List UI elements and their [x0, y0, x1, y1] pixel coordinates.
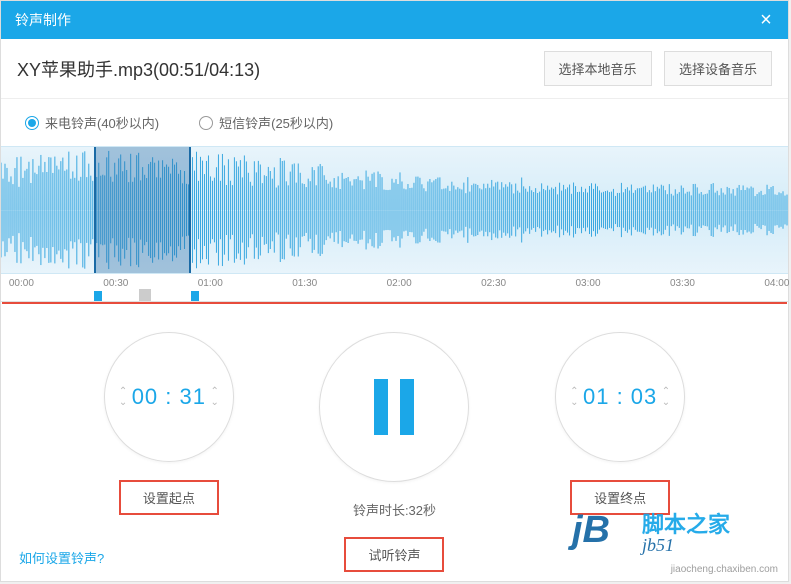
- call-ringtone-label: 来电铃声(40秒以内): [45, 113, 159, 132]
- set-end-button[interactable]: 设置终点: [570, 480, 670, 515]
- select-local-music-button[interactable]: 选择本地音乐: [544, 51, 652, 86]
- timeline-tick: 00:00: [9, 278, 34, 289]
- help-link[interactable]: 如何设置铃声?: [19, 548, 104, 567]
- duration-label: 铃声时长:32秒: [353, 500, 436, 519]
- timeline-ruler[interactable]: 00:00 00:30 01:00 01:30 02:00 02:30 03:00 03:30…: [1, 274, 788, 302]
- start-marker[interactable]: [94, 291, 102, 301]
- end-time-circle[interactable]: ⌃⌄ 01 : 03 ⌃⌄: [555, 332, 685, 462]
- end-time-column: ⌃⌄ 01 : 03 ⌃⌄ 设置终点: [555, 332, 685, 515]
- sms-ringtone-label: 短信铃声(25秒以内): [219, 113, 333, 132]
- timeline-tick: 01:30: [292, 278, 317, 289]
- waveform-area[interactable]: [1, 146, 788, 274]
- timeline-tick: 04:00: [764, 278, 789, 289]
- end-time-value: 01 : 03: [583, 384, 657, 410]
- timeline-tick: 02:30: [481, 278, 506, 289]
- chevron-updown-icon: ⌃⌄: [662, 386, 670, 408]
- radio-unselected-icon: [199, 116, 213, 130]
- timeline-tick: 02:00: [387, 278, 412, 289]
- select-device-music-button[interactable]: 选择设备音乐: [664, 51, 772, 86]
- timeline-tick: 03:30: [670, 278, 695, 289]
- end-marker[interactable]: [191, 291, 199, 301]
- chevron-updown-icon: ⌃⌄: [570, 386, 578, 408]
- sms-ringtone-radio[interactable]: 短信铃声(25秒以内): [199, 113, 333, 132]
- start-time-circle[interactable]: ⌃⌄ 00 : 31 ⌃⌄: [104, 332, 234, 462]
- close-icon[interactable]: ×: [756, 9, 776, 32]
- file-name-label: XY苹果助手.mp3(00:51/04:13): [17, 56, 260, 82]
- radio-selected-icon: [25, 116, 39, 130]
- ringtone-maker-dialog: 铃声制作 × XY苹果助手.mp3(00:51/04:13) 选择本地音乐 选择…: [0, 0, 789, 582]
- pause-icon: [374, 379, 414, 435]
- call-ringtone-radio[interactable]: 来电铃声(40秒以内): [25, 113, 159, 132]
- timeline-tick: 01:00: [198, 278, 223, 289]
- controls-row: ⌃⌄ 00 : 31 ⌃⌄ 设置起点 铃声时长:32秒 试听铃声 ⌃⌄ 01 :…: [1, 304, 788, 582]
- start-time-column: ⌃⌄ 00 : 31 ⌃⌄ 设置起点: [104, 332, 234, 515]
- dialog-title: 铃声制作: [15, 10, 71, 30]
- play-pause-button[interactable]: [319, 332, 469, 482]
- preview-ringtone-button[interactable]: 试听铃声: [344, 537, 444, 572]
- music-source-buttons: 选择本地音乐 选择设备音乐: [536, 51, 772, 86]
- play-column: 铃声时长:32秒 试听铃声: [319, 332, 469, 572]
- file-info-row: XY苹果助手.mp3(00:51/04:13) 选择本地音乐 选择设备音乐: [1, 39, 788, 99]
- start-time-value: 00 : 31: [132, 384, 206, 410]
- chevron-updown-icon: ⌃⌄: [210, 386, 218, 408]
- timeline-tick: 03:00: [576, 278, 601, 289]
- chevron-updown-icon: ⌃⌄: [119, 386, 127, 408]
- timeline-tick: 00:30: [103, 278, 128, 289]
- set-start-button[interactable]: 设置起点: [119, 480, 219, 515]
- ringtone-type-row: 来电铃声(40秒以内) 短信铃声(25秒以内): [1, 99, 788, 146]
- title-bar: 铃声制作 ×: [1, 1, 788, 39]
- waveform-selection[interactable]: [94, 147, 192, 273]
- playhead-handle[interactable]: [139, 289, 151, 301]
